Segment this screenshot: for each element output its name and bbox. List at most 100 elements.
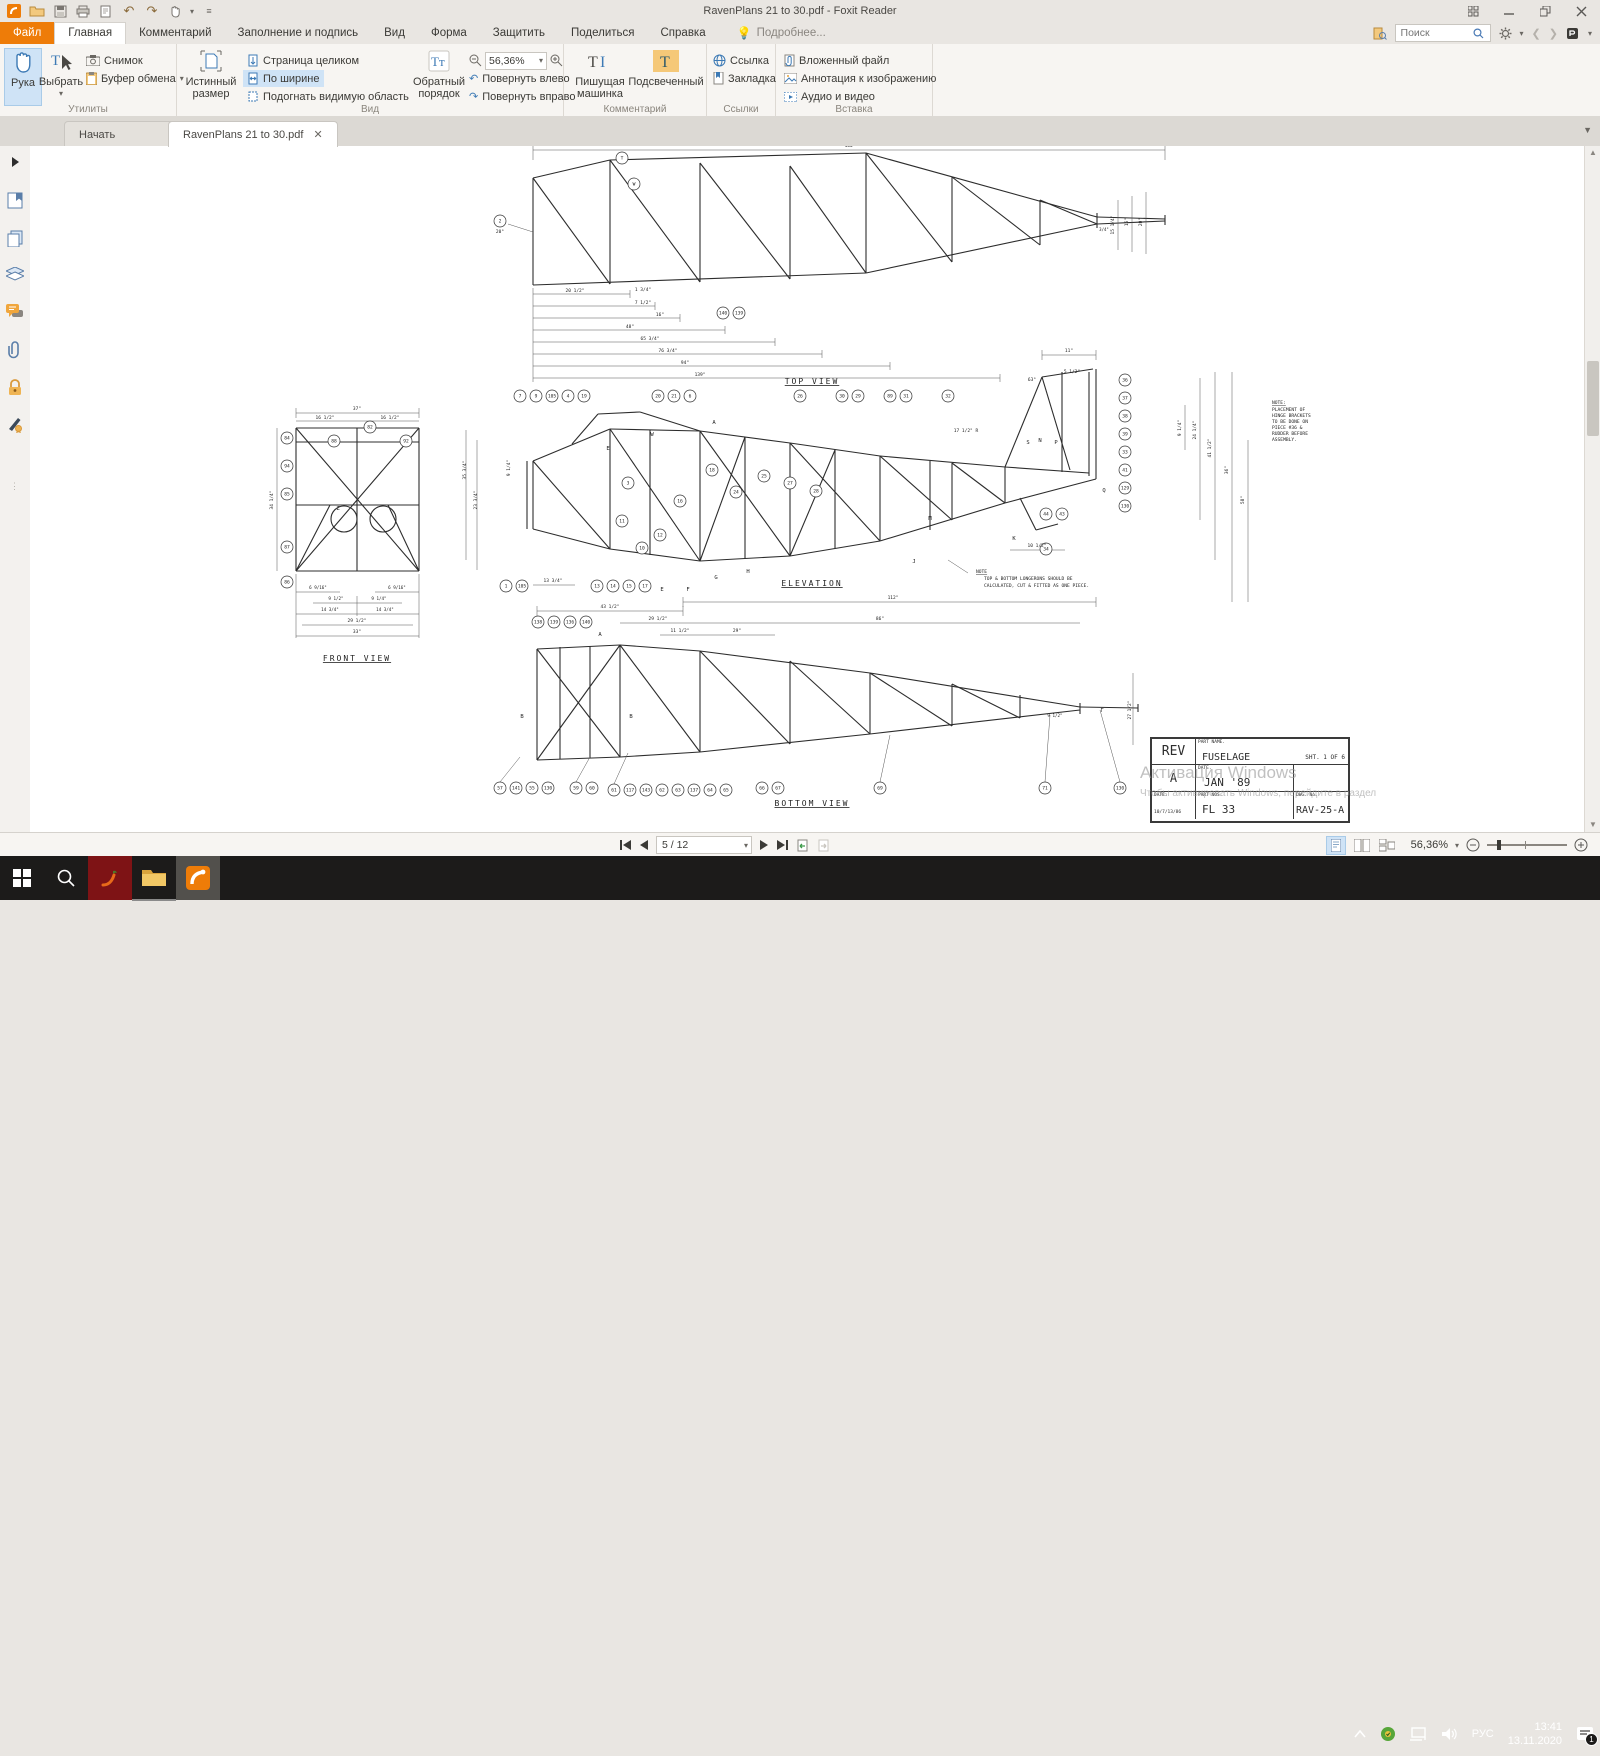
tab-close-icon[interactable]: ✕	[313, 128, 322, 141]
tray-antivirus-icon[interactable]	[1380, 1726, 1396, 1742]
rotate-left-button[interactable]: ↶ Повернуть влево	[469, 70, 570, 87]
hand-tool-icon[interactable]	[167, 3, 183, 19]
pdf-page[interactable]: TW21401397910541920216263029893132363738…	[30, 146, 1584, 832]
first-page-button[interactable]	[620, 840, 631, 850]
zoom-in-button[interactable]	[1574, 838, 1588, 852]
tab-list-caret[interactable]: ▼	[1583, 125, 1592, 135]
search-icon[interactable]	[1473, 28, 1484, 39]
menu-tab-2[interactable]: Главная	[54, 22, 126, 44]
last-page-button[interactable]	[777, 840, 788, 850]
zoom-slider-thumb[interactable]	[1497, 840, 1501, 850]
menu-tab-1[interactable]: Файл	[0, 22, 54, 44]
minimize-button[interactable]	[1494, 2, 1524, 20]
expand-panel-icon[interactable]	[5, 152, 25, 172]
network-icon[interactable]	[1410, 1727, 1428, 1741]
email-icon[interactable]	[98, 3, 114, 19]
zoom-combobox[interactable]: 56,36%▾	[485, 52, 547, 70]
fit-page-button[interactable]: Страница целиком	[243, 52, 363, 69]
facing-page-view-icon[interactable]	[1353, 837, 1371, 854]
scroll-down-arrow[interactable]: ▼	[1585, 818, 1600, 832]
start-button[interactable]	[0, 856, 44, 900]
rotate-right-button[interactable]: ↷ Повернуть вправо	[469, 88, 575, 105]
zoom-out-icon[interactable]	[469, 54, 482, 67]
menu-tab-5[interactable]: Вид	[371, 22, 418, 44]
menu-tab-9[interactable]: Справка	[648, 22, 719, 44]
tab-start[interactable]: Начать	[64, 121, 176, 147]
menu-tab-6[interactable]: Форма	[418, 22, 480, 44]
layers-panel-icon[interactable]	[5, 265, 25, 285]
scrollbar-thumb[interactable]	[1587, 361, 1599, 436]
save-icon[interactable]	[52, 3, 68, 19]
security-panel-icon[interactable]	[5, 377, 25, 397]
snapshot-button[interactable]: Снимок	[86, 52, 143, 69]
fit-visible-button[interactable]: Подогнать видимую область	[243, 88, 413, 105]
volume-icon[interactable]	[1442, 1727, 1458, 1741]
page-number-input[interactable]	[660, 838, 728, 852]
image-annotation-button[interactable]: Аннотация к изображению	[784, 70, 936, 87]
highlight-button[interactable]: T Подсвеченный	[630, 48, 702, 104]
zoom-percent-caret[interactable]: ▾	[1455, 841, 1459, 850]
single-page-view-icon[interactable]	[1326, 836, 1346, 855]
tile-windows-icon[interactable]	[1458, 2, 1488, 20]
zoom-in-icon[interactable]	[550, 54, 563, 67]
menu-tab-7[interactable]: Защитить	[480, 22, 558, 44]
menu-more[interactable]: 💡 Подробнее...	[737, 22, 826, 44]
undo-icon[interactable]: ↶	[121, 3, 137, 19]
search-input[interactable]	[1399, 26, 1473, 40]
reverse-view-button[interactable]: Tт Обратный порядок	[413, 48, 465, 104]
clipboard-button[interactable]: Буфер обмена ▾	[86, 70, 184, 87]
read-mode-caret[interactable]: ▾	[1588, 29, 1592, 38]
pages-panel-icon[interactable]	[5, 228, 25, 248]
open-file-icon[interactable]	[29, 3, 45, 19]
continuous-view-icon[interactable]	[1378, 837, 1396, 854]
menu-tab-8[interactable]: Поделиться	[558, 22, 648, 44]
scroll-up-arrow[interactable]: ▲	[1585, 146, 1600, 160]
read-mode-icon[interactable]	[1566, 27, 1580, 40]
taskbar-foxit-icon[interactable]	[176, 856, 220, 900]
restore-button[interactable]	[1530, 2, 1560, 20]
page-number-caret[interactable]: ▾	[744, 841, 748, 850]
find-previous-icon[interactable]: ❮	[1532, 27, 1541, 40]
search-document-icon[interactable]	[1373, 27, 1387, 40]
fit-width-button[interactable]: По ширине	[243, 70, 324, 87]
taskbar-search-button[interactable]	[44, 856, 88, 900]
settings-gear-icon[interactable]	[1499, 27, 1512, 40]
notification-center-icon[interactable]: 1	[1576, 1726, 1594, 1743]
vertical-scrollbar[interactable]: ▲ ▼	[1584, 146, 1600, 832]
panel-splitter-handle[interactable]: ⋮	[5, 476, 25, 496]
signature-panel-icon[interactable]	[5, 414, 25, 434]
taskbar-explorer-icon[interactable]	[132, 855, 176, 901]
previous-page-button[interactable]	[639, 840, 648, 850]
foxit-logo-icon[interactable]	[6, 3, 22, 19]
language-indicator[interactable]: РУС	[1472, 1728, 1494, 1740]
settings-caret[interactable]: ▾	[1520, 29, 1524, 38]
hand-button[interactable]: Рука	[4, 48, 42, 106]
customize-qat-icon[interactable]: ≡	[201, 3, 217, 19]
next-view-button[interactable]	[817, 839, 830, 852]
actual-size-button[interactable]: Истинный размер	[183, 48, 239, 104]
find-next-icon[interactable]: ❯	[1549, 27, 1558, 40]
typewriter-button[interactable]: TI Пишущая машинка	[572, 48, 628, 104]
audio-video-button[interactable]: Аудио и видео	[784, 88, 875, 105]
redo-icon[interactable]: ↷	[144, 3, 160, 19]
bookmarks-panel-icon[interactable]	[5, 190, 25, 210]
tab-document[interactable]: RavenPlans 21 to 30.pdf ✕	[168, 121, 338, 147]
attachments-panel-icon[interactable]	[5, 340, 25, 360]
previous-view-button[interactable]	[796, 839, 809, 852]
menu-tab-4[interactable]: Заполнение и подпись	[225, 22, 372, 44]
close-button[interactable]	[1566, 2, 1596, 20]
clock[interactable]: 13:41 13.11.2020	[1508, 1720, 1562, 1748]
bookmark-button[interactable]: Закладка	[713, 70, 776, 87]
link-button[interactable]: Ссылка	[713, 52, 769, 69]
select-button[interactable]: T Выбрать ▾	[42, 48, 80, 104]
taskbar-app-red-icon[interactable]	[88, 856, 132, 900]
zoom-out-button[interactable]	[1466, 838, 1480, 852]
tray-expand-icon[interactable]	[1354, 1730, 1366, 1738]
zoom-slider[interactable]	[1487, 844, 1567, 846]
print-icon[interactable]	[75, 3, 91, 19]
next-page-button[interactable]	[760, 840, 769, 850]
hand-tool-caret[interactable]: ▾	[190, 7, 194, 16]
comments-panel-icon[interactable]	[5, 302, 25, 322]
menu-tab-3[interactable]: Комментарий	[126, 22, 224, 44]
attach-file-button[interactable]: Вложенный файл	[784, 52, 889, 69]
